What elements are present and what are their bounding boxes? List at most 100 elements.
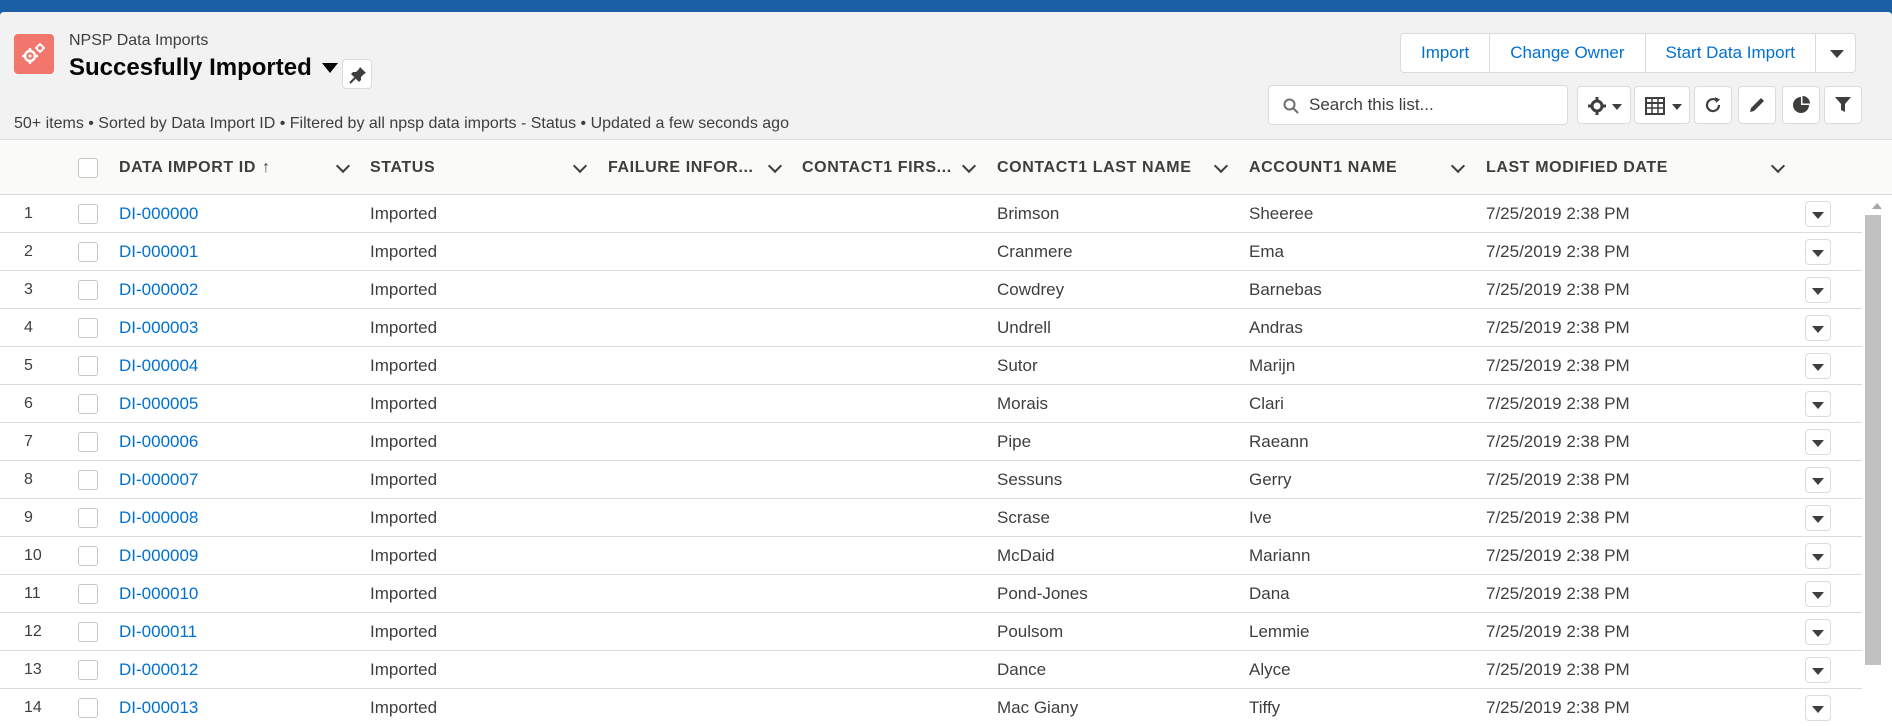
chevron-down-icon[interactable] <box>767 158 783 174</box>
search-input[interactable] <box>1309 94 1559 116</box>
status-cell: Imported <box>370 697 438 717</box>
chevron-down-icon[interactable] <box>1450 158 1466 174</box>
row-actions-button[interactable] <box>1805 505 1831 531</box>
chevron-down-icon <box>321 63 338 73</box>
row-actions-button[interactable] <box>1805 277 1831 303</box>
status-cell: Imported <box>370 507 438 527</box>
contact1-last-name-cell: Dance <box>997 659 1047 679</box>
row-checkbox[interactable] <box>78 546 98 566</box>
status-cell: Imported <box>370 583 438 603</box>
scrollbar-thumb[interactable] <box>1865 215 1881 665</box>
data-import-id-link[interactable]: DI-000004 <box>119 347 198 384</box>
data-import-id-link[interactable]: DI-000000 <box>119 195 198 232</box>
table-row: 6 DI-000005 Imported Morais Clari 7/25/2… <box>0 385 1862 423</box>
data-import-id-link[interactable]: DI-000009 <box>119 537 198 574</box>
data-import-id-link[interactable]: DI-000003 <box>119 309 198 346</box>
row-actions-button[interactable] <box>1805 619 1831 645</box>
row-number: 1 <box>24 204 33 222</box>
column-header-contact1-last-name[interactable]: CONTACT1 LAST NAME <box>997 141 1207 195</box>
data-import-id-link[interactable]: DI-000006 <box>119 423 198 460</box>
row-checkbox[interactable] <box>78 660 98 680</box>
data-import-id-link[interactable]: DI-000013 <box>119 689 198 726</box>
last-modified-date-cell: 7/25/2019 2:38 PM <box>1486 279 1630 299</box>
data-import-id-link[interactable]: DI-000007 <box>119 461 198 498</box>
status-cell: Imported <box>370 317 438 337</box>
data-import-id-link[interactable]: DI-000011 <box>119 613 197 650</box>
row-number: 8 <box>24 470 33 488</box>
data-import-id-link[interactable]: DI-000012 <box>119 651 198 688</box>
contact1-last-name-cell: Morais <box>997 393 1049 413</box>
list-view-switcher[interactable]: Succesfully Imported <box>69 52 338 84</box>
table-view-icon <box>1645 97 1665 115</box>
list-settings-button[interactable] <box>1577 86 1631 124</box>
vertical-scrollbar[interactable] <box>1862 195 1892 726</box>
row-actions-button[interactable] <box>1805 201 1831 227</box>
inline-edit-button[interactable] <box>1738 86 1776 124</box>
chevron-down-icon[interactable] <box>572 158 588 174</box>
data-import-id-link[interactable]: DI-000001 <box>119 233 198 270</box>
chevron-down-icon[interactable] <box>961 158 977 174</box>
last-modified-date-cell: 7/25/2019 2:38 PM <box>1486 659 1630 679</box>
row-checkbox[interactable] <box>78 698 98 718</box>
row-checkbox[interactable] <box>78 318 98 338</box>
column-header-last-modified-date[interactable]: LAST MODIFIED DATE <box>1486 141 1746 195</box>
refresh-icon <box>1705 97 1721 113</box>
import-button[interactable]: Import <box>1401 34 1491 72</box>
row-checkbox[interactable] <box>78 242 98 262</box>
row-checkbox[interactable] <box>78 394 98 414</box>
row-checkbox[interactable] <box>78 584 98 604</box>
row-checkbox[interactable] <box>78 622 98 642</box>
row-actions-button[interactable] <box>1805 315 1831 341</box>
row-actions-button[interactable] <box>1805 695 1831 721</box>
row-actions-button[interactable] <box>1805 391 1831 417</box>
row-actions-button[interactable] <box>1805 467 1831 493</box>
row-checkbox[interactable] <box>78 470 98 490</box>
data-import-id-link[interactable]: DI-000005 <box>119 385 198 422</box>
row-checkbox[interactable] <box>78 204 98 224</box>
row-actions-button[interactable] <box>1805 657 1831 683</box>
refresh-button[interactable] <box>1694 86 1732 124</box>
row-checkbox[interactable] <box>78 280 98 300</box>
filters-button[interactable] <box>1824 86 1862 124</box>
column-label: CONTACT1 FIRS... <box>802 159 952 176</box>
row-number: 7 <box>24 432 33 450</box>
row-checkbox[interactable] <box>78 432 98 452</box>
show-charts-button[interactable] <box>1782 86 1820 124</box>
row-number: 11 <box>24 584 41 602</box>
account1-name-cell: Raeann <box>1249 431 1309 451</box>
column-header-account1-name[interactable]: ACCOUNT1 NAME <box>1249 141 1449 195</box>
column-label: STATUS <box>370 159 436 176</box>
row-actions-button[interactable] <box>1805 239 1831 265</box>
chevron-down-icon[interactable] <box>1213 158 1229 174</box>
chevron-down-icon[interactable] <box>1770 158 1786 174</box>
select-all-checkbox[interactable] <box>78 158 98 178</box>
scroll-up-arrow-icon[interactable] <box>1872 203 1882 209</box>
data-import-id-link[interactable]: DI-000002 <box>119 271 198 308</box>
column-header-failure-information[interactable]: FAILURE INFOR... <box>608 141 758 195</box>
column-header-contact1-first-name[interactable]: CONTACT1 FIRS... <box>802 141 954 195</box>
row-actions-button[interactable] <box>1805 429 1831 455</box>
row-actions-button[interactable] <box>1805 353 1831 379</box>
start-data-import-button[interactable]: Start Data Import <box>1646 34 1815 72</box>
search-icon <box>1283 98 1299 114</box>
display-as-button[interactable] <box>1634 86 1690 124</box>
row-actions-button[interactable] <box>1805 581 1831 607</box>
status-cell: Imported <box>370 279 438 299</box>
row-checkbox[interactable] <box>78 508 98 528</box>
last-modified-date-cell: 7/25/2019 2:38 PM <box>1486 469 1630 489</box>
row-number: 6 <box>24 394 33 412</box>
row-number: 14 <box>24 698 42 716</box>
column-header-data-import-id[interactable]: DATA IMPORT ID ↑ <box>119 141 339 195</box>
column-header-status[interactable]: STATUS <box>370 141 560 195</box>
data-import-id-link[interactable]: DI-000008 <box>119 499 198 536</box>
account1-name-cell: Tiffy <box>1249 697 1281 717</box>
row-actions-button[interactable] <box>1805 543 1831 569</box>
data-import-id-link[interactable]: DI-000010 <box>119 575 198 612</box>
row-checkbox[interactable] <box>78 356 98 376</box>
change-owner-button[interactable]: Change Owner <box>1490 34 1646 72</box>
pin-list-button[interactable] <box>342 59 372 89</box>
row-number: 5 <box>24 356 33 374</box>
row-number: 3 <box>24 280 33 298</box>
more-actions-button[interactable] <box>1814 34 1855 72</box>
table-row: 12 DI-000011 Imported Poulsom Lemmie 7/2… <box>0 613 1862 651</box>
